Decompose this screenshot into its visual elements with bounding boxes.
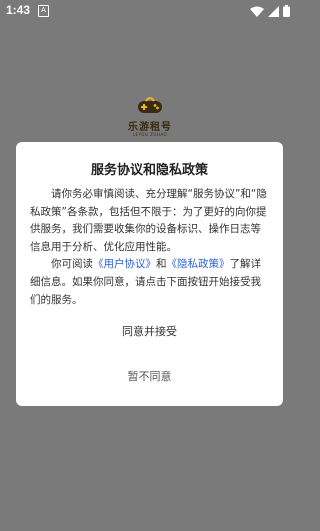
dialog-paragraph-2: 你可阅读《用户协议》和《隐私政策》了解详细信息。如果你同意，请点击下面按钮开始接… [30, 256, 269, 309]
dialog-body: 请你务必审慎阅读、充分理解“服务协议”和“隐私政策”各条款，包括但不限于：为了更… [30, 186, 269, 309]
dialog-paragraph-1: 请你务必审慎阅读、充分理解“服务协议”和“隐私政策”各条款，包括但不限于：为了更… [30, 188, 267, 253]
user-agreement-link[interactable]: 《用户协议》 [93, 258, 156, 270]
battery-icon [283, 5, 290, 17]
a-app-icon: A [38, 5, 49, 17]
privacy-dialog: 服务协议和隐私政策 请你务必审慎阅读、充分理解“服务协议”和“隐私政策”各条款，… [16, 142, 283, 406]
logo-subtitle: LEYOU ZUHAO [132, 132, 168, 137]
app-logo: 乐游租号 LEYOU ZUHAO [114, 95, 186, 140]
status-icons [250, 4, 290, 18]
status-time: 1:43 [6, 3, 31, 17]
dialog-title: 服务协议和隐私政策 [90, 163, 208, 178]
para2-before: 你可阅读 [51, 258, 93, 271]
status-bar: 1:43 A [0, 0, 298, 22]
gamepad-icon [138, 97, 162, 113]
logo-name: 乐游租号 [128, 122, 172, 133]
privacy-policy-link[interactable]: 《隐私政策》 [167, 258, 230, 270]
agree-button[interactable]: 同意并接受 [16, 323, 283, 339]
wifi-icon [250, 6, 264, 17]
disagree-button[interactable]: 暂不同意 [16, 368, 283, 384]
para2-and: 和 [156, 258, 167, 271]
signal-icon [268, 5, 279, 17]
